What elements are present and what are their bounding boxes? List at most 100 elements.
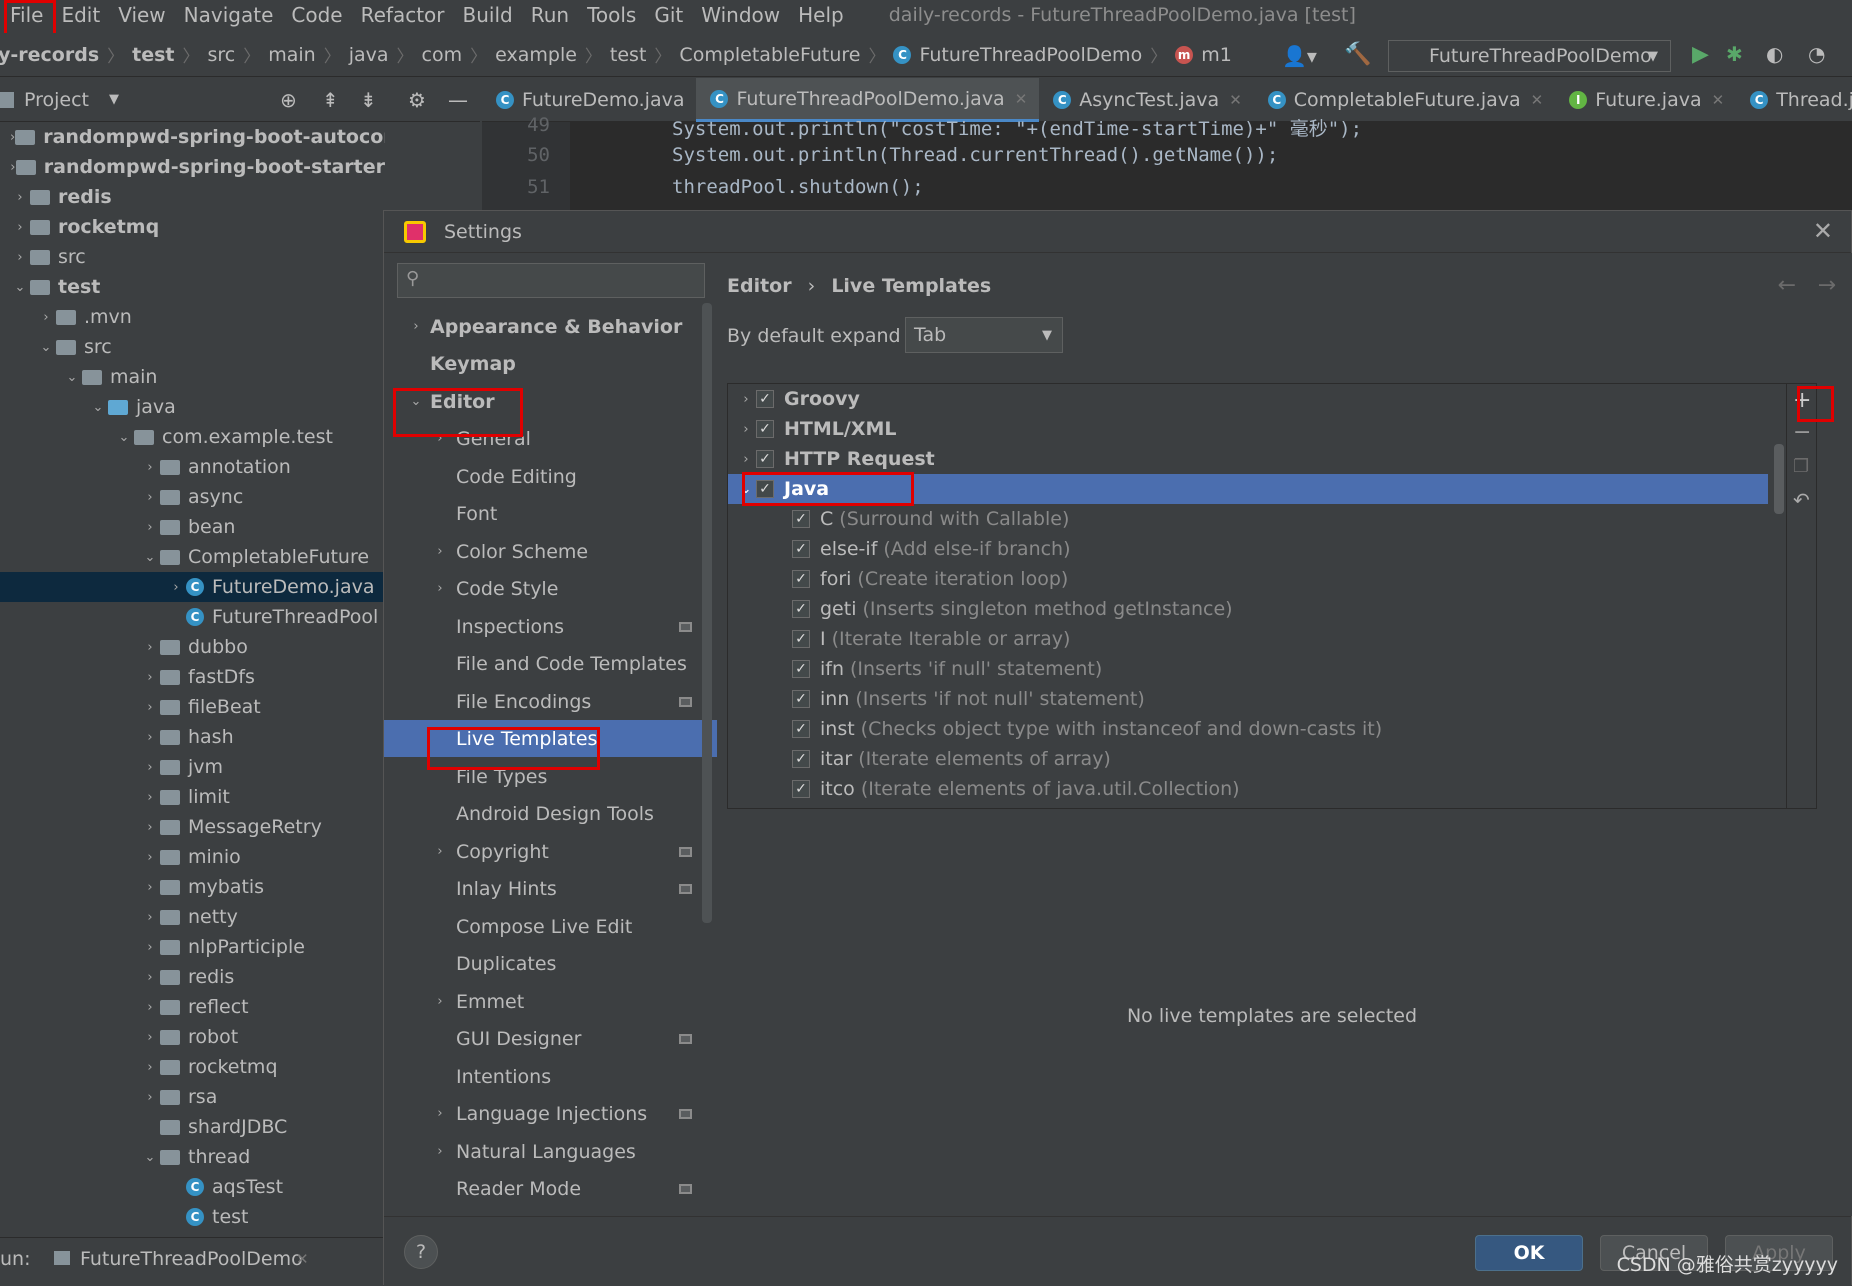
- settings-item-file-encodings[interactable]: File Encodings: [384, 683, 717, 720]
- template-item[interactable]: ✓ itar (Iterate elements of array): [728, 744, 1768, 774]
- close-icon[interactable]: ✕: [296, 1250, 309, 1268]
- expand-with-select[interactable]: Tab ▼: [905, 317, 1063, 353]
- tree-item[interactable]: › src: [0, 242, 385, 272]
- locate-icon[interactable]: ⊕: [280, 88, 297, 112]
- checkbox[interactable]: ✓: [792, 720, 810, 738]
- settings-search-input[interactable]: ⚲: [397, 263, 705, 298]
- tree-item[interactable]: ⌄ CompletableFuture: [0, 542, 385, 572]
- tree-item[interactable]: › MessageRetry: [0, 812, 385, 842]
- checkbox[interactable]: ✓: [792, 600, 810, 618]
- checkbox[interactable]: ✓: [792, 690, 810, 708]
- tree-item-selected[interactable]: › C FutureDemo.java: [0, 572, 385, 602]
- crumb-package[interactable]: CompletableFuture: [679, 44, 860, 66]
- collapse-all-icon[interactable]: ⇟: [360, 88, 377, 112]
- menu-build[interactable]: Build: [454, 3, 522, 27]
- expand-all-icon[interactable]: ⇞: [322, 88, 339, 112]
- template-item[interactable]: ✓ ifn (Inserts 'if null' statement): [728, 654, 1768, 684]
- close-icon[interactable]: ✕: [1531, 91, 1544, 109]
- settings-item-compose-live-edit[interactable]: Compose Live Edit: [384, 908, 717, 945]
- tree-item[interactable]: › nlpParticiple: [0, 932, 385, 962]
- hide-icon[interactable]: —: [448, 88, 468, 112]
- crumb-main[interactable]: main: [268, 44, 315, 66]
- tree-item[interactable]: › randompwd-spring-boot-starter: [0, 152, 385, 182]
- templates-scrollbar[interactable]: [1774, 444, 1784, 514]
- tree-item[interactable]: CaqsTest: [0, 1172, 385, 1202]
- template-group-groovy[interactable]: › ✓ Groovy: [728, 384, 1768, 414]
- tree-item[interactable]: › rsa: [0, 1082, 385, 1112]
- close-icon[interactable]: ✕: [1015, 90, 1028, 108]
- checkbox[interactable]: ✓: [792, 540, 810, 558]
- user-icon[interactable]: 👤▾: [1282, 44, 1317, 68]
- menu-git[interactable]: Git: [645, 3, 692, 27]
- crumb-module[interactable]: test: [132, 44, 174, 66]
- settings-item-live-templates[interactable]: Live Templates: [384, 720, 717, 757]
- menu-tools[interactable]: Tools: [578, 3, 645, 27]
- checkbox[interactable]: ✓: [756, 390, 774, 408]
- settings-item-color-scheme[interactable]: › Color Scheme: [384, 533, 717, 570]
- tree-item[interactable]: ⌄ test: [0, 272, 385, 302]
- debug-icon[interactable]: ✱: [1726, 42, 1743, 66]
- tree-item[interactable]: › netty: [0, 902, 385, 932]
- settings-item-gui-designer[interactable]: GUI Designer: [384, 1020, 717, 1057]
- close-icon[interactable]: ✕: [1813, 217, 1833, 245]
- tab-futuredemo[interactable]: C FutureDemo.java: [482, 78, 696, 122]
- tree-item[interactable]: ⌄ com.example.test: [0, 422, 385, 452]
- tree-item[interactable]: ⌄ thread: [0, 1142, 385, 1172]
- template-item[interactable]: ✓ else-if (Add else-if branch): [728, 534, 1768, 564]
- settings-item-inspections[interactable]: Inspections: [384, 608, 717, 645]
- run-tab-label[interactable]: FutureThreadPoolDemo: [80, 1248, 303, 1270]
- tree-item[interactable]: › redis: [0, 962, 385, 992]
- tree-item[interactable]: › limit: [0, 782, 385, 812]
- template-item[interactable]: ✓ I (Iterate Iterable or array): [728, 624, 1768, 654]
- tree-item[interactable]: › redis: [0, 182, 385, 212]
- settings-item-keymap[interactable]: Keymap: [384, 345, 717, 382]
- tree-item[interactable]: Ctest: [0, 1202, 385, 1232]
- menu-file[interactable]: File: [0, 3, 52, 27]
- checkbox[interactable]: ✓: [792, 780, 810, 798]
- tree-item[interactable]: shardJDBC: [0, 1112, 385, 1142]
- menu-help[interactable]: Help: [789, 3, 853, 27]
- menu-refactor[interactable]: Refactor: [352, 3, 454, 27]
- settings-item-general[interactable]: › General: [384, 420, 717, 457]
- settings-item-inlay-hints[interactable]: Inlay Hints: [384, 870, 717, 907]
- settings-item-editor[interactable]: ⌄ Editor: [384, 383, 717, 420]
- crumb-class[interactable]: FutureThreadPoolDemo: [919, 44, 1142, 66]
- gear-icon[interactable]: ⚙: [408, 88, 426, 112]
- build-hammer-icon[interactable]: 🔨: [1344, 42, 1371, 67]
- close-icon[interactable]: ✕: [1712, 91, 1725, 109]
- settings-item-file-code-templates[interactable]: File and Code Templates: [384, 645, 717, 682]
- tree-item[interactable]: C FutureThreadPool: [0, 602, 385, 632]
- settings-item-font[interactable]: Font: [384, 495, 717, 532]
- help-button[interactable]: ?: [404, 1235, 438, 1269]
- menu-window[interactable]: Window: [692, 3, 789, 27]
- tree-item[interactable]: › robot: [0, 1022, 385, 1052]
- project-title[interactable]: Project: [24, 89, 89, 111]
- checkbox[interactable]: ✓: [792, 510, 810, 528]
- checkbox[interactable]: ✓: [756, 450, 774, 468]
- crumb-example[interactable]: example: [495, 44, 577, 66]
- settings-item-copyright[interactable]: › Copyright: [384, 833, 717, 870]
- chevron-down-icon[interactable]: ▼: [109, 92, 119, 107]
- crumb-project[interactable]: y-records: [0, 44, 99, 66]
- settings-item-duplicates[interactable]: Duplicates: [384, 945, 717, 982]
- crumb-java[interactable]: java: [349, 44, 389, 66]
- tree-item[interactable]: ›randompwd-spring-boot-autoconfigure: [0, 122, 385, 152]
- settings-item-language-injections[interactable]: › Language Injections: [384, 1095, 717, 1132]
- settings-item-emmet[interactable]: › Emmet: [384, 983, 717, 1020]
- tab-future[interactable]: I Future.java ✕: [1555, 78, 1736, 122]
- settings-item-natural-languages[interactable]: › Natural Languages: [384, 1133, 717, 1170]
- settings-item-appearance[interactable]: › Appearance & Behavior: [384, 308, 717, 345]
- crumb-src[interactable]: src: [208, 44, 236, 66]
- forward-arrow-icon[interactable]: →: [1818, 273, 1836, 298]
- menu-edit[interactable]: Edit: [52, 3, 109, 27]
- settings-item-file-types[interactable]: File Types: [384, 758, 717, 795]
- tree-item[interactable]: › fileBeat: [0, 692, 385, 722]
- checkbox[interactable]: ✓: [792, 750, 810, 768]
- remove-icon[interactable]: −: [1793, 420, 1811, 445]
- crumb-test[interactable]: test: [610, 44, 647, 66]
- tree-item[interactable]: › reflect: [0, 992, 385, 1022]
- tree-item[interactable]: › dubbo: [0, 632, 385, 662]
- add-icon[interactable]: +: [1793, 388, 1811, 413]
- checkbox[interactable]: ✓: [756, 420, 774, 438]
- tree-item[interactable]: › minio: [0, 842, 385, 872]
